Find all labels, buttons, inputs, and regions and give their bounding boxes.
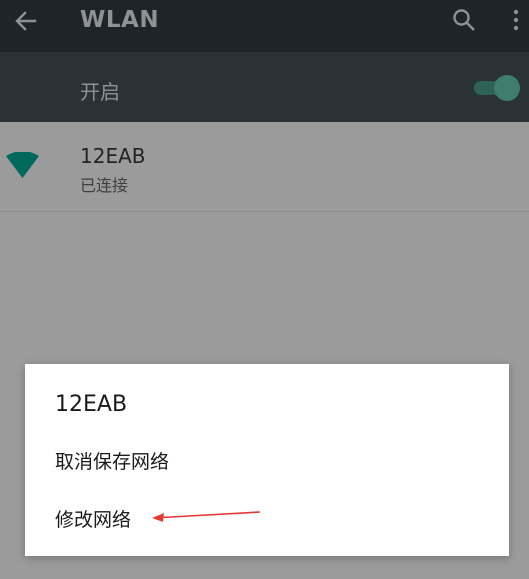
wlan-toggle-label: 开启 — [80, 80, 120, 104]
more-vert-icon[interactable] — [509, 9, 523, 33]
arrow-back-icon[interactable] — [13, 8, 39, 34]
network-status: 已连接 — [80, 176, 129, 195]
network-list-item[interactable]: 12EAB 已连接 — [0, 122, 529, 211]
annotation-arrow-icon — [152, 511, 260, 522]
search-icon[interactable] — [452, 8, 476, 32]
app-bar: WLAN — [0, 0, 529, 52]
network-name: 12EAB — [80, 144, 146, 168]
wlan-toggle-bar: 开启 — [0, 52, 529, 122]
modify-network-option[interactable]: 修改网络 — [55, 505, 131, 532]
page-title: WLAN — [80, 7, 160, 33]
switch-thumb — [494, 75, 520, 101]
wifi-full-icon — [6, 152, 39, 178]
divider — [0, 211, 529, 212]
wlan-switch[interactable] — [474, 74, 520, 102]
forget-network-option[interactable]: 取消保存网络 — [55, 447, 169, 474]
dialog-title: 12EAB — [55, 392, 128, 417]
network-options-dialog: 12EAB 取消保存网络 修改网络 — [25, 364, 509, 556]
